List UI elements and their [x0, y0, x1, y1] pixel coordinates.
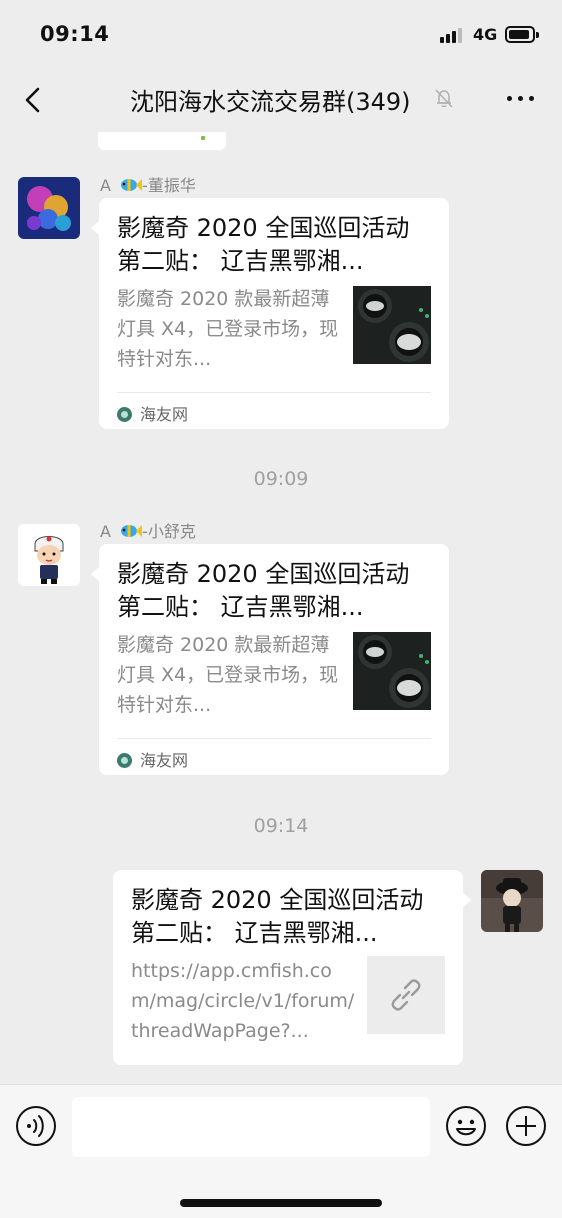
chevron-left-icon[interactable]: [22, 86, 46, 114]
avatar[interactable]: [481, 870, 543, 932]
chat-title: 沈阳海水交流交易群(349): [130, 88, 411, 116]
article-thumbnail: [353, 632, 431, 710]
avatar[interactable]: [18, 177, 80, 239]
signal-icon: [440, 27, 466, 43]
link-url: https://app.cmfish.com/mag/circle/v1/for…: [131, 960, 355, 1042]
article-source: 海友网: [117, 401, 188, 425]
card-divider: [117, 738, 431, 739]
status-bar: 09:14 4G: [0, 0, 562, 68]
fish-emoji-icon: [121, 179, 143, 191]
emoji-icon[interactable]: [445, 1105, 487, 1147]
home-indicator[interactable]: [180, 1199, 382, 1207]
article-card[interactable]: 影魔奇 2020 全国巡回活动第二贴： 辽吉黑鄂湘... 影魔奇 2020 款最…: [91, 544, 449, 775]
article-source: 海友网: [117, 747, 188, 771]
link-card[interactable]: 影魔奇 2020 全国巡回活动第二贴： 辽吉黑鄂湘... https://app…: [113, 870, 471, 1065]
link-icon: [391, 979, 421, 1011]
article-title: 影魔奇 2020 全国巡回活动第二贴： 辽吉黑鄂湘...: [117, 560, 410, 621]
bell-slash-icon: [435, 89, 453, 108]
article-description: 影魔奇 2020 款最新超薄灯具 X4，已登录市场，现特针对东...: [117, 288, 339, 370]
timestamp: 09:09: [253, 468, 309, 490]
avatar[interactable]: [18, 524, 80, 586]
sender-name: A -董振华: [100, 176, 196, 195]
plus-icon[interactable]: [505, 1105, 547, 1147]
article-title: 影魔奇 2020 全国巡回活动第二贴： 辽吉黑鄂湘...: [117, 214, 410, 275]
chat-area: A -董振华 影魔奇 2020 全国巡回活动第二贴： 辽吉黑鄂湘... 影魔奇 …: [0, 132, 562, 1084]
card-divider: [117, 392, 431, 393]
previous-message-bubble[interactable]: [98, 132, 226, 150]
source-logo-icon: [117, 407, 132, 422]
message-input[interactable]: [72, 1097, 430, 1157]
article-thumbnail: [353, 286, 431, 364]
more-dots-icon[interactable]: [505, 92, 537, 104]
nav-bar: 沈阳海水交流交易群(349): [0, 68, 562, 132]
voice-icon[interactable]: [15, 1105, 57, 1147]
article-card[interactable]: 影魔奇 2020 全国巡回活动第二贴： 辽吉黑鄂湘... 影魔奇 2020 款最…: [91, 198, 449, 429]
network-type: 4G: [473, 25, 498, 44]
link-thumbnail: [367, 956, 445, 1034]
fish-emoji-icon: [121, 525, 143, 537]
timestamp: 09:14: [253, 815, 309, 837]
article-description: 影魔奇 2020 款最新超薄灯具 X4，已登录市场，现特针对东...: [117, 634, 339, 716]
battery-icon: [505, 26, 539, 43]
status-time: 09:14: [40, 22, 110, 46]
input-bar: [0, 1084, 562, 1218]
sender-name: A -小舒克: [100, 522, 196, 541]
link-title: 影魔奇 2020 全国巡回活动第二贴： 辽吉黑鄂湘...: [131, 886, 424, 947]
source-logo-icon: [117, 753, 132, 768]
